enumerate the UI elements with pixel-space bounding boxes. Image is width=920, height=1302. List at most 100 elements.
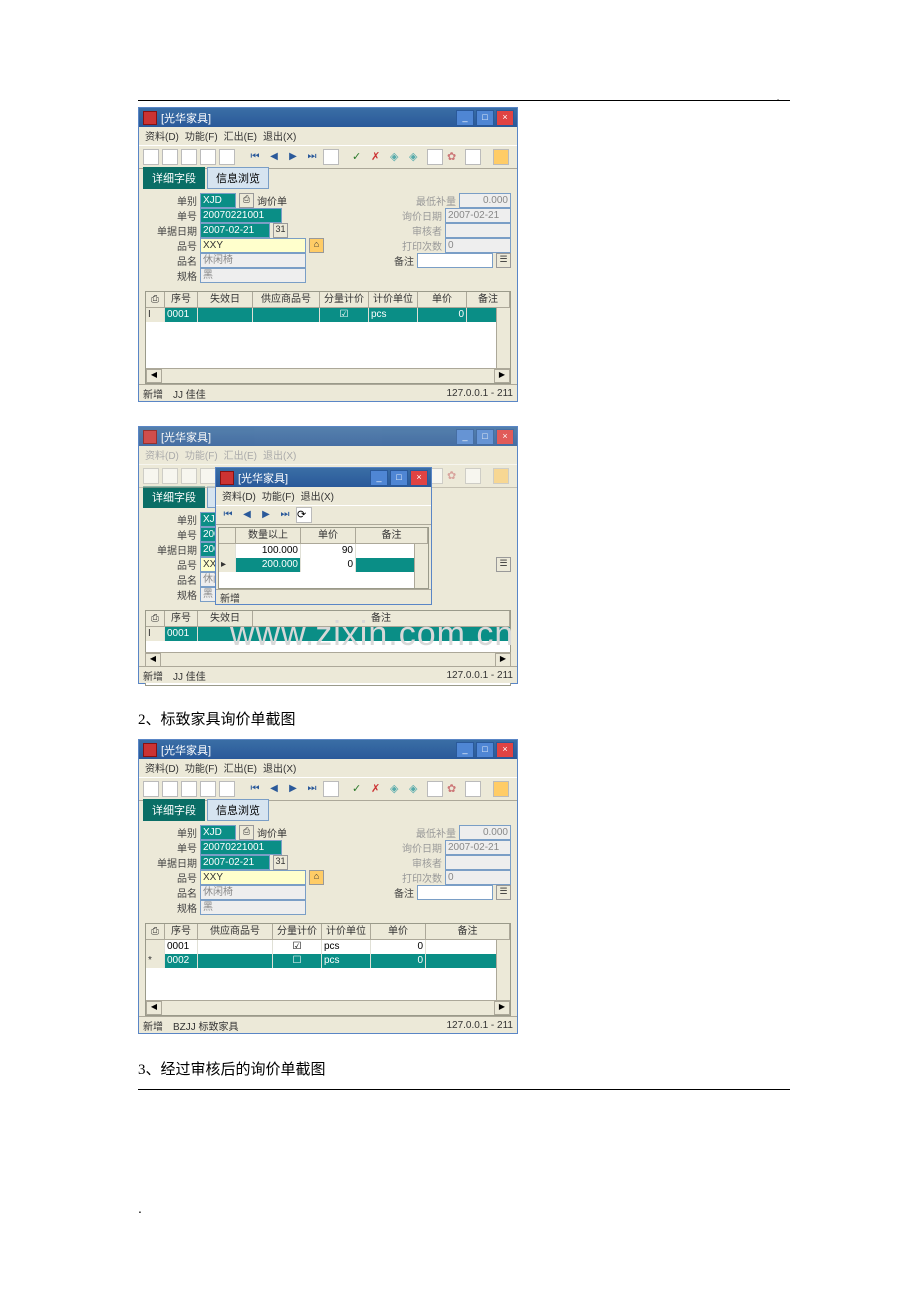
table-row[interactable]: ▸ 200.000 0	[219, 558, 428, 572]
prev-icon[interactable]: ◀	[266, 781, 282, 797]
input-danbie[interactable]: XJD	[200, 193, 236, 208]
menu-exit[interactable]: 退出(X)	[261, 760, 298, 776]
lookup-pinhao-button[interactable]: ⌂	[309, 238, 324, 253]
menu-function[interactable]: 功能(F)	[183, 128, 220, 144]
cell-checkbox[interactable]: ☐	[273, 954, 322, 968]
col-jijiaDanwei[interactable]: 计价单位	[322, 924, 371, 939]
folder-icon[interactable]	[493, 781, 509, 797]
beizhu-button[interactable]: ☰	[496, 557, 511, 572]
last-icon[interactable]: ⏭	[277, 507, 293, 523]
col-shixiaori[interactable]: 失效日	[198, 611, 253, 626]
grid-body[interactable]: I 0001 ☑ pcs 0	[146, 308, 510, 368]
minimize-button[interactable]: _	[370, 470, 388, 486]
lookup-danbie-button[interactable]: ⎙	[239, 825, 254, 840]
lookup-danbie-button[interactable]: ⎙	[239, 193, 254, 208]
camera-icon[interactable]	[465, 781, 481, 797]
grid-selector-icon[interactable]: ⎙	[146, 611, 165, 626]
next-icon[interactable]: ▶	[285, 149, 301, 165]
input-beizhu[interactable]	[417, 253, 493, 268]
input-danjuriqi[interactable]: 2007-02-21	[200, 855, 270, 870]
unapprove-icon[interactable]: ◈	[408, 149, 424, 165]
cancel-icon[interactable]: ✗	[370, 781, 386, 797]
maximize-button[interactable]: □	[476, 110, 494, 126]
col-xuhao[interactable]: 序号	[165, 292, 198, 307]
unapprove-icon[interactable]: ◈	[408, 781, 424, 797]
menu-export[interactable]: 汇出(E)	[222, 760, 259, 776]
cancel-icon[interactable]: ✗	[370, 149, 386, 165]
col-fenliangJijia[interactable]: 分量计价	[273, 924, 322, 939]
filter-icon[interactable]	[427, 149, 443, 165]
print-icon[interactable]	[219, 781, 235, 797]
minimize-button[interactable]: _	[456, 429, 474, 445]
menu-function[interactable]: 功能(F)	[183, 760, 220, 776]
copy-icon[interactable]	[181, 149, 197, 165]
col-gongyingshangPinhao[interactable]: 供应商品号	[198, 924, 273, 939]
minimize-button[interactable]: _	[456, 742, 474, 758]
tab-browse[interactable]: 信息浏览	[207, 167, 269, 189]
tab-detail[interactable]: 详细字段	[143, 486, 205, 508]
col-xuhao[interactable]: 序号	[165, 611, 198, 626]
new-icon[interactable]	[143, 781, 159, 797]
refresh-icon[interactable]	[323, 149, 339, 165]
maximize-button[interactable]: □	[476, 429, 494, 445]
scroll-right-icon[interactable]: ▶	[495, 653, 511, 667]
maximize-button[interactable]: □	[476, 742, 494, 758]
menu-exit[interactable]: 退出(X)	[299, 488, 336, 504]
minimize-button[interactable]: _	[456, 110, 474, 126]
scroll-left-icon[interactable]: ◀	[146, 369, 162, 383]
tool-icon[interactable]: ✿	[446, 149, 462, 165]
next-icon[interactable]: ▶	[285, 781, 301, 797]
folder-icon[interactable]	[493, 149, 509, 165]
col-fenliangJijia[interactable]: 分量计价	[320, 292, 369, 307]
calendar-button[interactable]: 31	[273, 223, 288, 238]
search-icon[interactable]	[162, 781, 178, 797]
col-beizhu[interactable]: 备注	[467, 292, 510, 307]
approve-icon[interactable]: ◈	[389, 149, 405, 165]
camera-icon[interactable]	[465, 149, 481, 165]
refresh-icon[interactable]	[323, 781, 339, 797]
filter-icon[interactable]	[427, 781, 443, 797]
col-jijiaDanwei[interactable]: 计价单位	[369, 292, 418, 307]
cell-checkbox[interactable]: ☑	[273, 940, 322, 954]
popup-grid-body[interactable]: 100.000 90 ▸ 200.000 0	[219, 544, 428, 588]
next-icon[interactable]: ▶	[258, 507, 274, 523]
menu-data[interactable]: 资料(D)	[220, 488, 258, 504]
beizhu-button[interactable]: ☰	[496, 885, 511, 900]
input-danhao[interactable]: 20070221001	[200, 840, 282, 855]
input-danbie[interactable]: XJD	[200, 825, 236, 840]
menu-data[interactable]: 资料(D)	[143, 128, 181, 144]
vertical-scrollbar[interactable]	[496, 940, 510, 1000]
vertical-scrollbar[interactable]	[414, 544, 428, 588]
col-danjia[interactable]: 单价	[371, 924, 426, 939]
first-icon[interactable]: ⏮	[220, 507, 236, 523]
input-danhao[interactable]: 20070221001	[200, 208, 282, 223]
prev-icon[interactable]: ◀	[239, 507, 255, 523]
copy-icon[interactable]	[181, 781, 197, 797]
last-icon[interactable]: ⏭	[304, 781, 320, 797]
input-pinhao[interactable]: XXY	[200, 238, 306, 253]
approve-icon[interactable]: ◈	[389, 781, 405, 797]
col-beizhu[interactable]: 备注	[356, 528, 428, 543]
close-button[interactable]: ×	[496, 742, 514, 758]
vertical-scrollbar[interactable]	[496, 308, 510, 368]
last-icon[interactable]: ⏭	[304, 149, 320, 165]
tool-icon[interactable]: ✿	[446, 781, 462, 797]
scroll-right-icon[interactable]: ▶	[494, 1001, 510, 1015]
first-icon[interactable]: ⏮	[247, 149, 263, 165]
tab-detail[interactable]: 详细字段	[143, 799, 205, 821]
table-row[interactable]: I 0001	[146, 627, 510, 641]
tab-browse[interactable]: 信息浏览	[207, 799, 269, 821]
first-icon[interactable]: ⏮	[247, 781, 263, 797]
confirm-icon[interactable]: ✓	[351, 781, 367, 797]
prev-icon[interactable]: ◀	[266, 149, 282, 165]
search-icon[interactable]	[162, 149, 178, 165]
refresh-icon[interactable]: ⟳	[296, 507, 312, 523]
menu-function[interactable]: 功能(F)	[260, 488, 297, 504]
calendar-button[interactable]: 31	[273, 855, 288, 870]
table-row[interactable]: * 0002 ☐ pcs 0	[146, 954, 510, 968]
menu-data[interactable]: 资料(D)	[143, 760, 181, 776]
grid-body-3[interactable]: 0001 ☑ pcs 0 * 0002 ☐ pcs 0	[146, 940, 510, 1000]
lookup-pinhao-button[interactable]: ⌂	[309, 870, 324, 885]
col-beizhu[interactable]: 备注	[426, 924, 510, 939]
maximize-button[interactable]: □	[390, 470, 408, 486]
